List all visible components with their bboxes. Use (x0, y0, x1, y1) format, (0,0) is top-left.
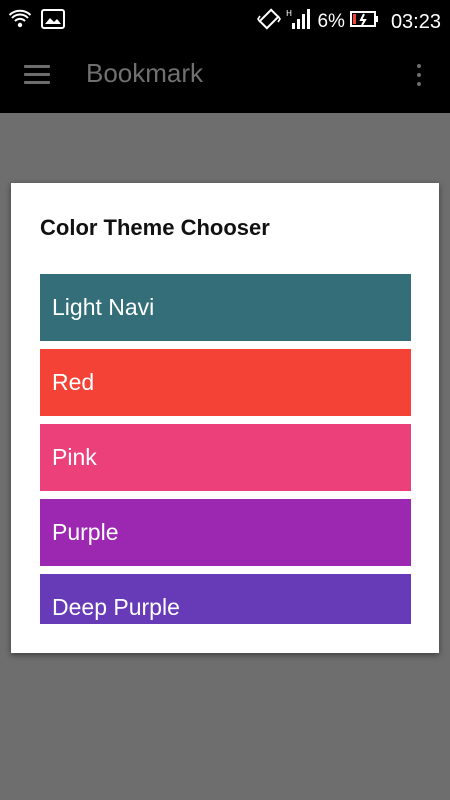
dialog-title: Color Theme Chooser (40, 215, 270, 240)
theme-option-label: Pink (52, 444, 97, 470)
app-bar: Bookmark (0, 38, 450, 113)
theme-option-pink[interactable]: Pink (40, 424, 411, 491)
signal-icon: H (286, 7, 312, 36)
status-bar: H 6% 03:23 (0, 0, 450, 38)
theme-option-label: Red (52, 369, 95, 395)
theme-option-label: Deep Purple (52, 594, 180, 620)
battery-percent: 6% (317, 10, 345, 32)
theme-option-deep-purple[interactable]: Deep Purple (40, 574, 411, 624)
wifi-hotspot-icon (8, 7, 32, 36)
battery-icon (349, 8, 380, 35)
theme-option-red[interactable]: Red (40, 349, 411, 416)
theme-option-label: Purple (52, 519, 119, 545)
overflow-menu-icon[interactable] (408, 60, 430, 92)
svg-text:H: H (286, 9, 292, 18)
theme-option-light-navi[interactable]: Light Navi (40, 274, 411, 341)
theme-option-purple[interactable]: Purple (40, 499, 411, 566)
clock: 03:23 (390, 10, 441, 33)
vibrate-icon (257, 7, 282, 36)
theme-list[interactable]: Light Navi Red Pink Purple Deep Purple (40, 274, 411, 624)
hamburger-menu-icon[interactable] (20, 62, 54, 88)
app-title: Bookmark (86, 58, 204, 88)
theme-option-label: Light Navi (52, 294, 155, 320)
image-icon (40, 7, 66, 36)
color-theme-dialog: Color Theme Chooser Light Navi Red Pink … (11, 183, 439, 653)
